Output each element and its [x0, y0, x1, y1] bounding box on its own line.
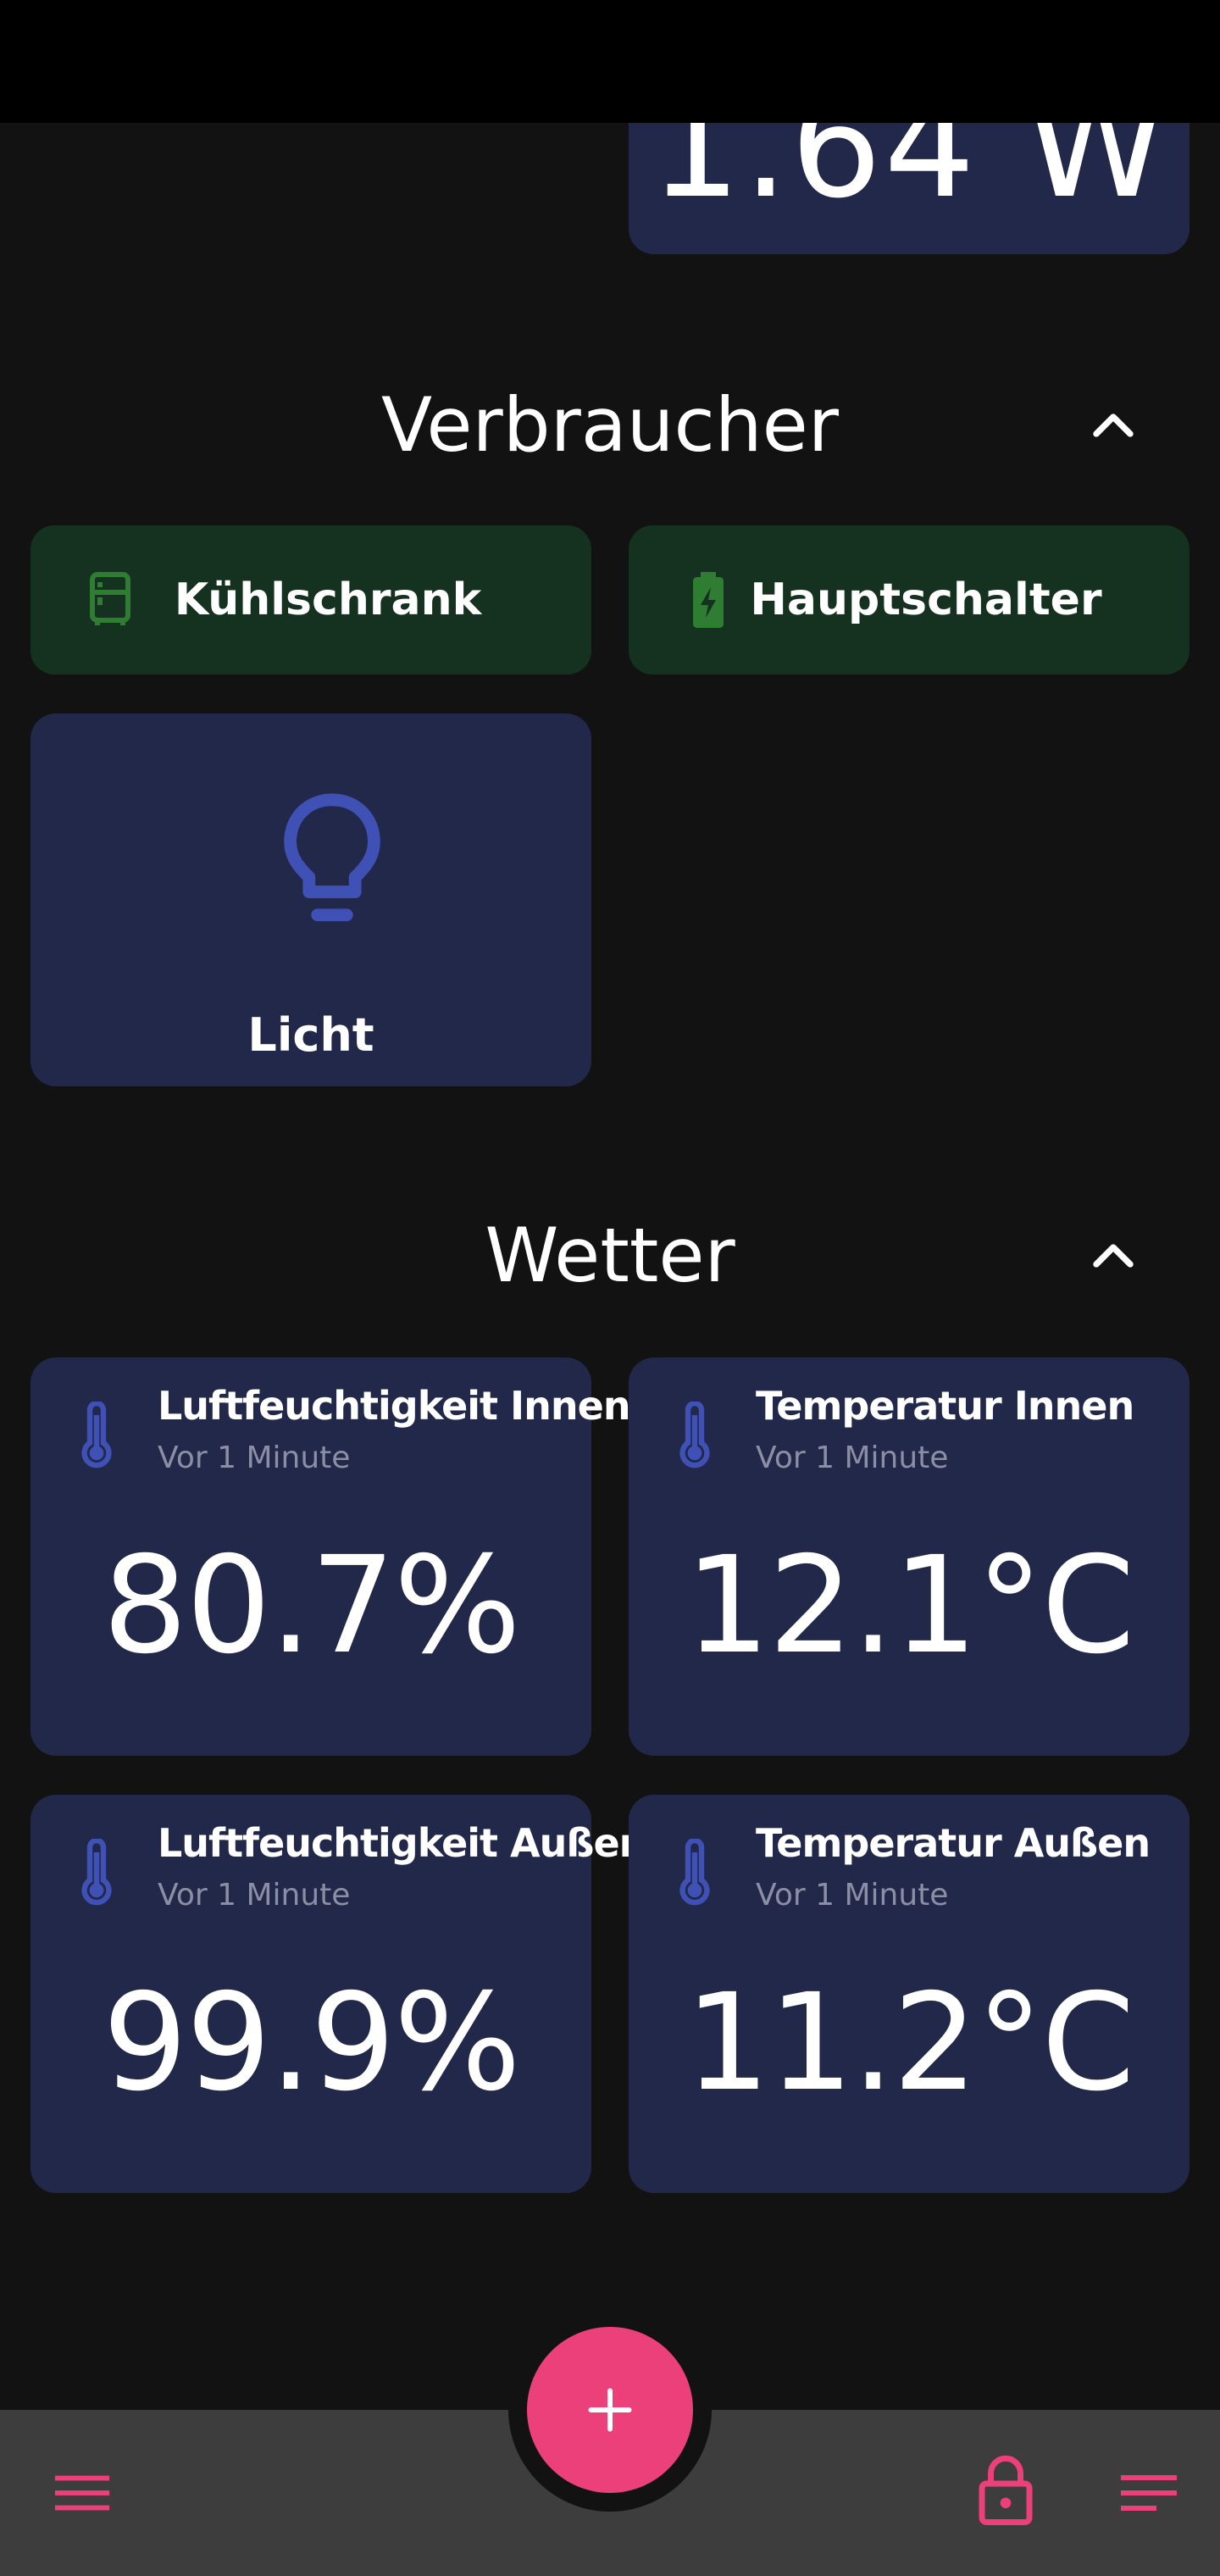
menu-icon[interactable] [53, 2468, 112, 2518]
sensor-value: 99.9% [103, 1965, 521, 2121]
add-button[interactable] [527, 2327, 693, 2493]
sensor-title: Temperatur Außen [756, 1820, 1151, 1866]
sensor-timestamp: Vor 1 Minute [756, 1441, 949, 1475]
switch-label-main-switch: Hauptschalter [750, 575, 1102, 625]
sensor-title: Temperatur Innen [756, 1383, 1134, 1429]
thermometer-icon [679, 1839, 710, 1906]
light-label: Licht [247, 1008, 374, 1062]
chevron-up-icon[interactable] [1079, 1222, 1147, 1290]
status-bar [0, 0, 1220, 123]
sensor-value: 80.7% [103, 1528, 521, 1684]
chevron-up-icon[interactable] [1079, 391, 1147, 459]
sort-icon[interactable] [1118, 2468, 1179, 2518]
sensor-card-temperature-outside[interactable]: Temperatur Außen Vor 1 Minute 11.2°C [629, 1795, 1190, 2193]
thermometer-icon [679, 1402, 710, 1468]
sensor-timestamp: Vor 1 Minute [756, 1878, 949, 1913]
section-title-consumers: Verbraucher [381, 381, 839, 469]
section-title-weather: Wetter [485, 1212, 735, 1299]
dashboard-page: 1.64 W Verbraucher Kühlschrank Hauptscha… [0, 0, 1220, 2576]
sensor-card-humidity-inside[interactable]: Luftfeuchtigkeit Innen Vor 1 Minute 80.7… [30, 1357, 631, 1756]
sensor-value: 11.2°C [685, 1965, 1134, 2121]
thermometer-icon [81, 1402, 112, 1468]
sensor-card-temperature-inside[interactable]: Temperatur Innen Vor 1 Minute 12.1°C [629, 1357, 1190, 1756]
sensor-card-humidity-outside[interactable]: Luftfeuchtigkeit Außen Vor 1 Minute 99.9… [30, 1795, 646, 2193]
sensor-timestamp: Vor 1 Minute [158, 1441, 351, 1475]
lock-icon[interactable] [976, 2454, 1035, 2525]
sensor-value: 12.1°C [685, 1528, 1134, 1684]
switch-label-fridge: Kühlschrank [174, 575, 482, 625]
switch-card-main-switch[interactable]: Hauptschalter [629, 525, 1190, 675]
lightbulb-icon [284, 793, 380, 922]
sensor-title: Luftfeuchtigkeit Innen [158, 1383, 631, 1429]
plus-icon [588, 2388, 632, 2432]
sensor-timestamp: Vor 1 Minute [158, 1878, 351, 1913]
sensor-title: Luftfeuchtigkeit Außen [158, 1820, 646, 1866]
thermometer-icon [81, 1839, 112, 1906]
switch-card-fridge[interactable]: Kühlschrank [30, 525, 591, 675]
